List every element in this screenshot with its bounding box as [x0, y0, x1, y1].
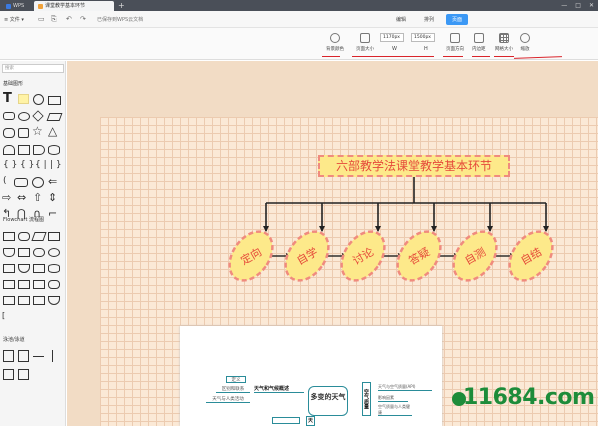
mindmap-left-main[interactable]: 天气和气候概述 — [254, 385, 304, 393]
step-node: 讨论 — [340, 230, 386, 282]
connector-arrowhead — [543, 226, 549, 232]
diagram-title[interactable]: 六部教学法课堂教学基本环节 — [318, 155, 510, 177]
connector-arrowhead — [487, 226, 493, 232]
mindmap-left-item[interactable]: 定义 — [226, 376, 246, 383]
mindmap-left-item[interactable]: 区别和联系 — [216, 386, 250, 393]
step-node: 自测 — [452, 230, 498, 282]
mindmap-right-item[interactable]: 影响因素 — [378, 395, 408, 402]
step-node: 定向 — [228, 230, 274, 282]
connector-arrowhead — [263, 226, 269, 232]
mindmap-right-item[interactable]: 空气质量与人类健康 — [378, 404, 412, 416]
mindmap-center[interactable]: 多变的天气 — [308, 386, 348, 416]
mindmap-page[interactable]: 多变的天气 天气和气候概述 定义 区别和联系 天气与人类活动 空气质量 天气与空… — [180, 326, 442, 426]
step-node: 自学 — [284, 230, 330, 282]
mindmap-right-item[interactable]: 天气与空气质量(API) — [378, 384, 432, 391]
mindmap-bottom-item[interactable] — [272, 417, 300, 424]
step-node: 答疑 — [396, 230, 442, 282]
step-node: 自结 — [508, 230, 554, 282]
connector-arrowhead — [319, 226, 325, 232]
mindmap-bottom-node[interactable]: 天 — [306, 416, 315, 426]
watermark-text: 11684.com — [463, 385, 595, 410]
connector-arrowhead — [375, 226, 381, 232]
mindmap-right-main[interactable]: 空气质量 — [362, 382, 371, 416]
mindmap-left-item[interactable]: 天气与人类活动 — [206, 396, 250, 403]
connector-arrowhead — [431, 226, 437, 232]
